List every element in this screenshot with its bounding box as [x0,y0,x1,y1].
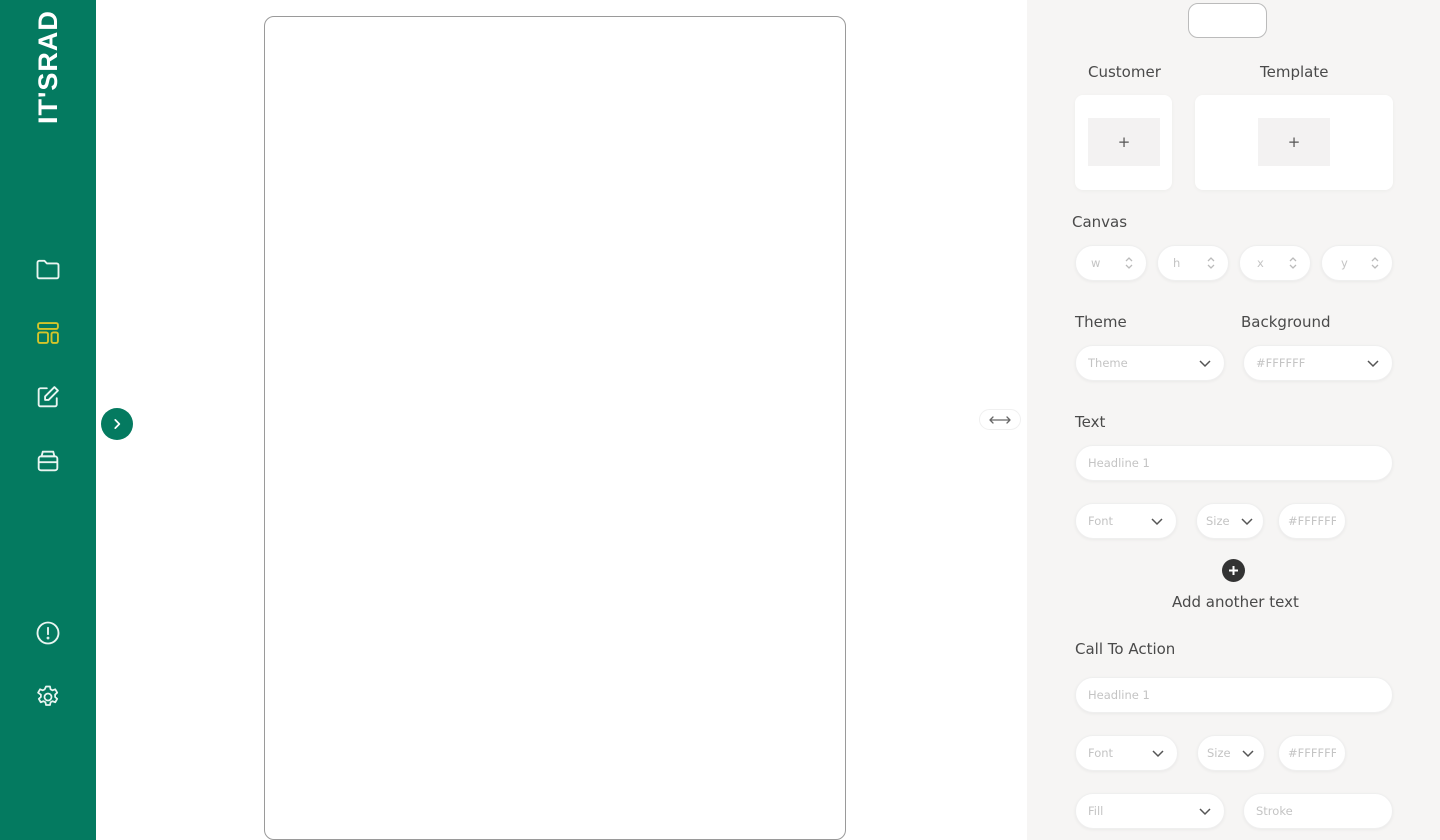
sidebar-item-layout[interactable] [33,318,63,348]
background-select[interactable]: #FFFFFF [1243,345,1393,381]
brand-name: IT'SRAD [34,10,63,124]
cta-headline-input[interactable]: Headline 1 [1075,677,1393,713]
chevron-right-icon [114,419,121,429]
add-customer-button[interactable]: + [1088,118,1160,166]
cta-stroke-input[interactable]: Stroke [1243,793,1393,829]
text-color-input[interactable]: #FFFFFF [1278,503,1346,539]
cta-label: Call To Action [1075,640,1176,658]
edit-icon [37,386,59,408]
chevron-down-icon [1241,518,1253,526]
text-size-select[interactable]: Size [1196,503,1264,539]
canvas-label: Canvas [1072,213,1128,231]
chevron-down-icon [1199,360,1211,368]
sidebar-item-folder[interactable] [33,254,63,284]
panel-resize-handle[interactable] [979,409,1021,430]
stepper-icon [1125,257,1133,269]
info-icon [36,621,60,645]
template-card: + [1195,95,1393,190]
customer-card: + [1075,95,1172,190]
background-label: Background [1241,313,1331,331]
canvas-y-stepper[interactable]: y [1321,245,1393,281]
chevron-down-icon [1152,750,1164,758]
plus-icon [1229,566,1238,575]
settings-icon [37,685,59,706]
folder-icon [36,259,60,280]
archive-icon [37,450,59,472]
cta-fill-select[interactable]: Fill [1075,793,1225,829]
add-text-button[interactable] [1222,559,1245,582]
chevron-down-icon [1242,750,1254,758]
horizontal-resize-icon [989,415,1011,424]
sidebar: IT'SRAD [0,0,96,840]
text-headline-input[interactable]: Headline 1 [1075,445,1393,481]
theme-label: Theme [1075,313,1127,331]
canvas-x-stepper[interactable]: x [1239,245,1311,281]
sidebar-item-archive[interactable] [33,446,63,476]
theme-select[interactable]: Theme [1075,345,1225,381]
stepper-icon [1289,257,1297,269]
design-canvas[interactable] [264,16,846,840]
cta-font-select[interactable]: Font [1075,735,1178,771]
expand-sidebar-button[interactable] [101,408,133,440]
customer-label: Customer [1088,63,1161,81]
cta-size-select[interactable]: Size [1197,735,1265,771]
canvas-height-stepper[interactable]: h [1157,245,1229,281]
canvas-width-stepper[interactable]: w [1075,245,1147,281]
stepper-icon [1207,257,1215,269]
template-label: Template [1260,63,1329,81]
sidebar-item-edit[interactable] [33,382,63,412]
text-font-select[interactable]: Font [1075,503,1177,539]
sidebar-item-info[interactable] [33,618,63,648]
properties-panel: Customer Template + + Canvas w h x y The… [1027,0,1440,840]
text-label: Text [1075,413,1106,431]
stepper-icon [1371,257,1379,269]
layout-icon [37,322,59,344]
chevron-down-icon [1151,518,1163,526]
top-pill-button[interactable] [1188,3,1267,38]
sidebar-item-settings[interactable] [33,682,63,712]
brand-logo: IT'SRAD [34,0,64,130]
chevron-down-icon [1199,808,1211,816]
chevron-down-icon [1367,360,1379,368]
add-template-button[interactable]: + [1258,118,1330,166]
add-text-label[interactable]: Add another text [1172,593,1299,611]
cta-color-input[interactable]: #FFFFFF [1278,735,1346,771]
